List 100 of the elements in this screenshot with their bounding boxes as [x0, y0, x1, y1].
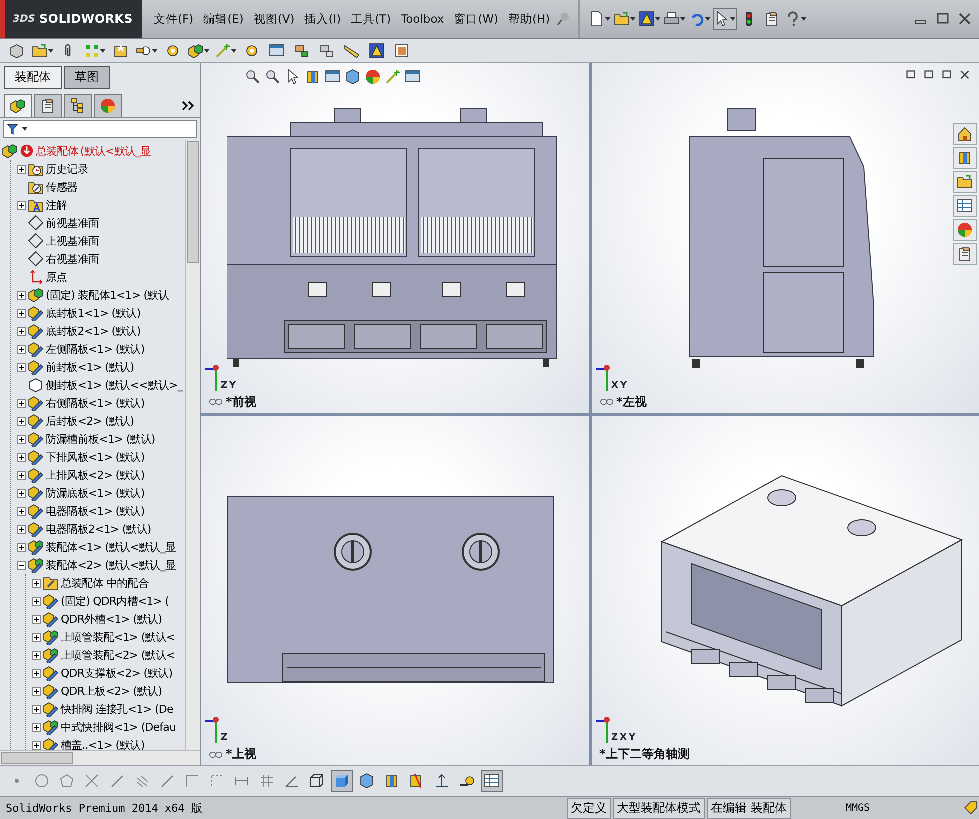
caret-icon[interactable]: [680, 17, 686, 21]
panel-tab[interactable]: [64, 94, 92, 117]
expand-icon[interactable]: [17, 290, 26, 300]
expand-icon[interactable]: [32, 686, 41, 696]
tree-item[interactable]: 侧封板<1> (默认<<默认>_: [46, 378, 183, 392]
expand-icon[interactable]: [17, 470, 26, 480]
tree-item[interactable]: 上视基准面: [46, 234, 100, 248]
expand-icon[interactable]: [17, 344, 26, 354]
window-icon[interactable]: [405, 69, 421, 85]
expand-icon[interactable]: [17, 416, 26, 426]
task-pane-tab[interactable]: [953, 171, 977, 193]
expand-icon[interactable]: [32, 704, 41, 714]
tree-item[interactable]: QDR外槽<1> (默认): [61, 612, 162, 626]
tree-item[interactable]: 传感器: [46, 180, 78, 194]
tree-item[interactable]: 原点: [46, 270, 68, 284]
expand-icon[interactable]: [32, 668, 41, 678]
menu-item[interactable]: 工具(T): [347, 10, 396, 28]
panel-tab[interactable]: [34, 94, 62, 117]
tree-item[interactable]: 中式快排阀<1> (Defau: [61, 720, 176, 734]
toolbar-button[interactable]: [481, 770, 503, 792]
tree-item[interactable]: (固定) QDR内槽<1> (: [61, 594, 170, 608]
menu-item[interactable]: Toolbox: [397, 10, 448, 28]
restore-icon[interactable]: [923, 69, 935, 81]
menu-item[interactable]: 编辑(E): [200, 10, 248, 28]
tree-item[interactable]: 右视基准面: [46, 252, 100, 266]
tree-item[interactable]: 防漏槽前板<1> (默认): [46, 432, 156, 446]
manager-tab[interactable]: 装配体: [4, 66, 62, 89]
menu-item[interactable]: 窗口(W): [450, 10, 503, 28]
tree-item[interactable]: 前封板<1> (默认): [46, 360, 134, 374]
tree-item[interactable]: 电器隔板2<1> (默认): [46, 522, 152, 536]
expand-icon[interactable]: [32, 650, 41, 660]
expand-icon[interactable]: [32, 578, 41, 588]
manager-tab[interactable]: 草图: [64, 66, 110, 89]
expand-icon[interactable]: [17, 164, 26, 174]
tree-item[interactable]: 电器隔板<1> (默认): [46, 504, 145, 518]
caret-icon[interactable]: [630, 17, 636, 21]
tree-item[interactable]: 快排阀 连接孔<1> (De: [61, 702, 174, 716]
panel-tab[interactable]: [4, 94, 32, 117]
tree-item[interactable]: 注解: [46, 198, 68, 212]
caret-icon[interactable]: [204, 48, 210, 52]
tree-item[interactable]: 底封板2<1> (默认): [46, 324, 141, 338]
tree-item[interactable]: (固定) 装配体1<1> (默认: [46, 288, 169, 302]
cube-icon[interactable]: [345, 69, 361, 85]
caret-icon[interactable]: [705, 17, 712, 21]
caret-icon[interactable]: [48, 48, 54, 52]
tree-item[interactable]: 下排风板<1> (默认): [46, 450, 145, 464]
expand-icon[interactable]: [17, 542, 26, 552]
close-icon[interactable]: [959, 69, 971, 81]
caret-icon[interactable]: [605, 17, 612, 21]
caret-icon[interactable]: [22, 127, 28, 131]
tree-item[interactable]: 总装配体: [36, 144, 78, 158]
tree-item[interactable]: QDR支撑板<2> (默认): [61, 666, 173, 680]
tree-item[interactable]: 右侧隔板<1> (默认): [46, 396, 145, 410]
expand-icon[interactable]: [17, 524, 26, 534]
window-icon[interactable]: [325, 69, 341, 85]
menu-item[interactable]: 插入(I): [300, 10, 346, 28]
expand-icon[interactable]: [17, 398, 26, 408]
tree-item[interactable]: 槽盖..<1> (默认): [61, 738, 145, 750]
tree-item[interactable]: 装配体<2> (默认<默认_显: [46, 558, 176, 572]
expand-icon[interactable]: [17, 308, 26, 318]
tree-item[interactable]: 后封板<2> (默认): [46, 414, 134, 428]
tree-item[interactable]: 前视基准面: [46, 216, 100, 230]
tree-item[interactable]: 上喷管装配<1> (默认<: [61, 630, 176, 644]
expand-icon[interactable]: [32, 722, 41, 732]
restore-icon[interactable]: [935, 11, 951, 27]
zoom-icon[interactable]: [265, 69, 281, 85]
expand-icon[interactable]: [17, 362, 26, 372]
tree-item[interactable]: 左侧隔板<1> (默认): [46, 342, 145, 356]
tree-item[interactable]: 防漏底板<1> (默认): [46, 486, 145, 500]
toolbar-button[interactable]: [713, 8, 738, 30]
filter-field[interactable]: [3, 120, 197, 138]
close-icon[interactable]: [957, 11, 973, 27]
tree-item[interactable]: 总装配体 中的配合: [61, 576, 149, 590]
expand-icon[interactable]: [17, 488, 26, 498]
tree-item[interactable]: 历史记录: [46, 162, 88, 176]
caret-icon[interactable]: [655, 17, 662, 21]
tree-item[interactable]: 上排风板<2> (默认): [46, 468, 145, 482]
caret-icon[interactable]: [231, 48, 237, 52]
caret-icon[interactable]: [730, 17, 736, 21]
dot-icon[interactable]: [15, 779, 19, 783]
caret-icon[interactable]: [801, 17, 808, 21]
zoom-icon[interactable]: [245, 69, 261, 85]
tree-item[interactable]: 上喷管装配<2> (默认<: [61, 648, 176, 662]
task-pane-tab[interactable]: [953, 123, 977, 145]
task-pane-tab[interactable]: [953, 243, 977, 265]
vertical-scrollbar[interactable]: [185, 140, 200, 750]
sphere-icon[interactable]: [365, 69, 381, 85]
expand-icon[interactable]: [32, 740, 41, 750]
task-pane-tab[interactable]: [953, 219, 977, 241]
expand-icon[interactable]: [32, 614, 41, 624]
expand-icon[interactable]: [17, 452, 26, 462]
restore-icon[interactable]: [905, 69, 917, 81]
tree-item[interactable]: QDR上板<2> (默认): [61, 684, 162, 698]
tree-item[interactable]: 底封板1<1> (默认): [46, 306, 141, 320]
expand-icon[interactable]: [17, 200, 26, 210]
task-pane-tab[interactable]: [953, 147, 977, 169]
cylinder-icon[interactable]: [305, 69, 321, 85]
expand-icon[interactable]: [17, 506, 26, 516]
expand-icon[interactable]: [17, 326, 26, 336]
caret-icon[interactable]: [100, 48, 106, 52]
